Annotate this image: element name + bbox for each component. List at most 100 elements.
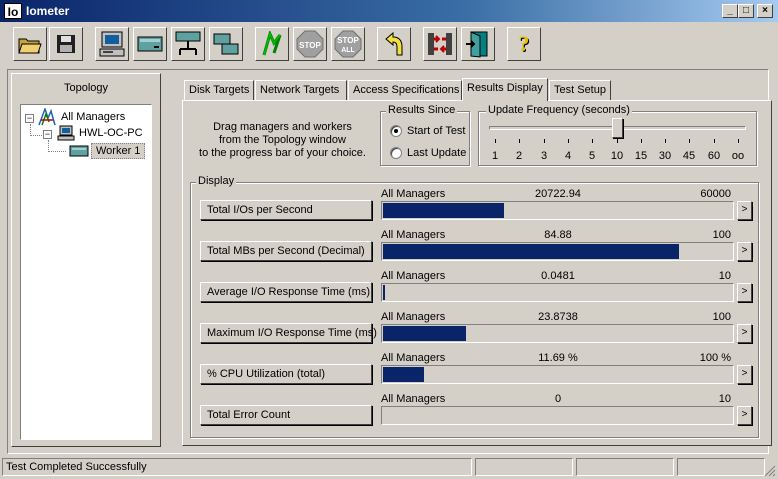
tree-item-hwl-oc-pc[interactable]: HWL-OC-PC: [79, 127, 143, 139]
iometer-app-icon: Io: [4, 3, 22, 19]
metric-expand-button[interactable]: >: [737, 201, 752, 220]
metric-select-button[interactable]: Maximum I/O Response Time (ms): [200, 323, 377, 343]
update-frequency-slider[interactable]: [612, 118, 623, 138]
frequency-tick-mark: [519, 139, 520, 143]
metric-progress-bar[interactable]: [381, 406, 734, 425]
tree-expander-all-managers[interactable]: −: [25, 114, 34, 123]
metric-max: 60000: [700, 188, 731, 200]
tab-test-setup[interactable]: Test Setup: [549, 80, 611, 100]
drag-instructions: Drag managers and workers from the Topol…: [190, 121, 375, 160]
metric-select-button[interactable]: % CPU Utilization (total): [200, 364, 372, 384]
manager-computer-icon: [57, 125, 75, 141]
metric-expand-button[interactable]: >: [737, 365, 752, 384]
radio-last-update-label[interactable]: Last Update: [407, 147, 466, 159]
metric-select-button[interactable]: Total I/Os per Second: [200, 200, 372, 220]
open-config-button[interactable]: [13, 27, 47, 61]
title-bar[interactable]: Io Iometer _ □ ×: [0, 0, 778, 22]
frequency-tick-mark: [689, 139, 690, 143]
metric-progress-fill: [383, 203, 504, 218]
disk-worker-icon: [137, 36, 163, 52]
metric-progress-bar[interactable]: [381, 283, 734, 302]
floppy-disk-icon: [57, 35, 75, 53]
frequency-tick-mark: [641, 139, 642, 143]
metric-max: 10: [718, 270, 731, 282]
stop-all-label-top: STOP: [337, 36, 359, 45]
instruction-line: to the progress bar of your choice.: [199, 147, 366, 159]
open-folder-icon: [18, 38, 42, 54]
tree-connector: [30, 135, 44, 136]
frequency-tick-label: 10: [610, 150, 624, 162]
metric-progress-bar[interactable]: [381, 201, 734, 220]
disconnect-button[interactable]: [423, 27, 457, 61]
frequency-tick-mark: [592, 139, 593, 143]
frequency-tick-label: 45: [682, 150, 696, 162]
about-button[interactable]: ?: [507, 27, 541, 61]
metric-progress-bar[interactable]: [381, 365, 734, 384]
radio-start-of-test[interactable]: [390, 125, 402, 137]
close-button[interactable]: ×: [757, 4, 773, 18]
radio-last-update[interactable]: [390, 147, 402, 159]
tree-connector: [48, 151, 66, 152]
status-pane-4: [677, 458, 765, 476]
topology-tree[interactable]: − All Managers − HWL-OC-PC Worker 1: [20, 104, 152, 440]
results-since-title: Results Since: [386, 104, 458, 116]
tab-network-targets[interactable]: Network Targets: [255, 80, 347, 100]
back-arrow-icon: [385, 31, 403, 56]
stop-all-sign-icon: STOP ALL: [334, 30, 362, 58]
frequency-tick-label: 1: [491, 150, 499, 162]
new-network-worker-button[interactable]: [171, 27, 205, 61]
frequency-tick-label: 15: [634, 150, 648, 162]
green-flag-icon: [262, 31, 282, 56]
topology-panel: Topology − All Managers − HWL-OC-PC Work…: [11, 73, 161, 447]
exit-button[interactable]: [461, 27, 495, 61]
minimize-button[interactable]: _: [722, 4, 738, 18]
metric-expand-button[interactable]: >: [737, 242, 752, 261]
duplicate-worker-button[interactable]: [209, 27, 243, 61]
tree-item-all-managers[interactable]: All Managers: [61, 111, 125, 123]
stop-all-button[interactable]: STOP ALL: [331, 27, 365, 61]
metric-expand-button[interactable]: >: [737, 324, 752, 343]
save-config-button[interactable]: [49, 27, 83, 61]
tab-access-specifications[interactable]: Access Specifications: [348, 80, 462, 100]
frequency-tick-mark: [568, 139, 569, 143]
metric-source-label: All Managers: [381, 229, 446, 241]
new-disk-worker-button[interactable]: [133, 27, 167, 61]
metric-source-label: All Managers: [381, 311, 446, 323]
tree-expander-hwl-oc-pc[interactable]: −: [43, 130, 52, 139]
metric-source-label: All Managers: [381, 352, 446, 364]
metric-progress-fill: [383, 244, 679, 259]
frequency-tick-mark: [544, 139, 545, 143]
resize-grip-icon[interactable]: [764, 465, 776, 477]
metric-value: 84.88: [544, 229, 572, 241]
exit-door-icon: [466, 31, 488, 58]
metric-max: 100: [712, 311, 731, 323]
tab-results-display[interactable]: Results Display: [462, 78, 548, 101]
metric-expand-button[interactable]: >: [737, 406, 752, 425]
all-managers-icon: [38, 108, 56, 126]
metric-progress-bar[interactable]: [381, 324, 734, 343]
stop-button[interactable]: STOP: [293, 27, 327, 61]
metric-select-button[interactable]: Total Error Count: [200, 405, 372, 425]
metric-select-button[interactable]: Total MBs per Second (Decimal): [200, 241, 372, 261]
frequency-tick-mark: [714, 139, 715, 143]
maximize-button[interactable]: □: [738, 4, 754, 18]
metric-progress-bar[interactable]: [381, 242, 734, 261]
radio-start-of-test-label[interactable]: Start of Test: [407, 125, 466, 137]
frequency-tick-label: 3: [540, 150, 548, 162]
metric-source-label: All Managers: [381, 188, 446, 200]
tree-item-worker-1[interactable]: Worker 1: [91, 143, 146, 159]
display-title: Display: [196, 175, 237, 187]
frequency-tick-label: 30: [658, 150, 672, 162]
metric-select-button[interactable]: Average I/O Response Time (ms): [200, 282, 372, 302]
reset-workers-button[interactable]: [377, 27, 411, 61]
instruction-line: from the Topology window: [219, 134, 346, 146]
start-tests-button[interactable]: [255, 27, 289, 61]
show-results-button[interactable]: [95, 27, 129, 61]
metric-value: 11.69 %: [538, 352, 578, 364]
network-worker-icon: [175, 31, 201, 55]
frequency-tick-label: oo: [731, 150, 745, 162]
metric-expand-button[interactable]: >: [737, 283, 752, 302]
tab-disk-targets[interactable]: Disk Targets: [184, 80, 254, 100]
disconnect-icon: [428, 33, 452, 55]
metric-value: 0.0481: [541, 270, 575, 282]
